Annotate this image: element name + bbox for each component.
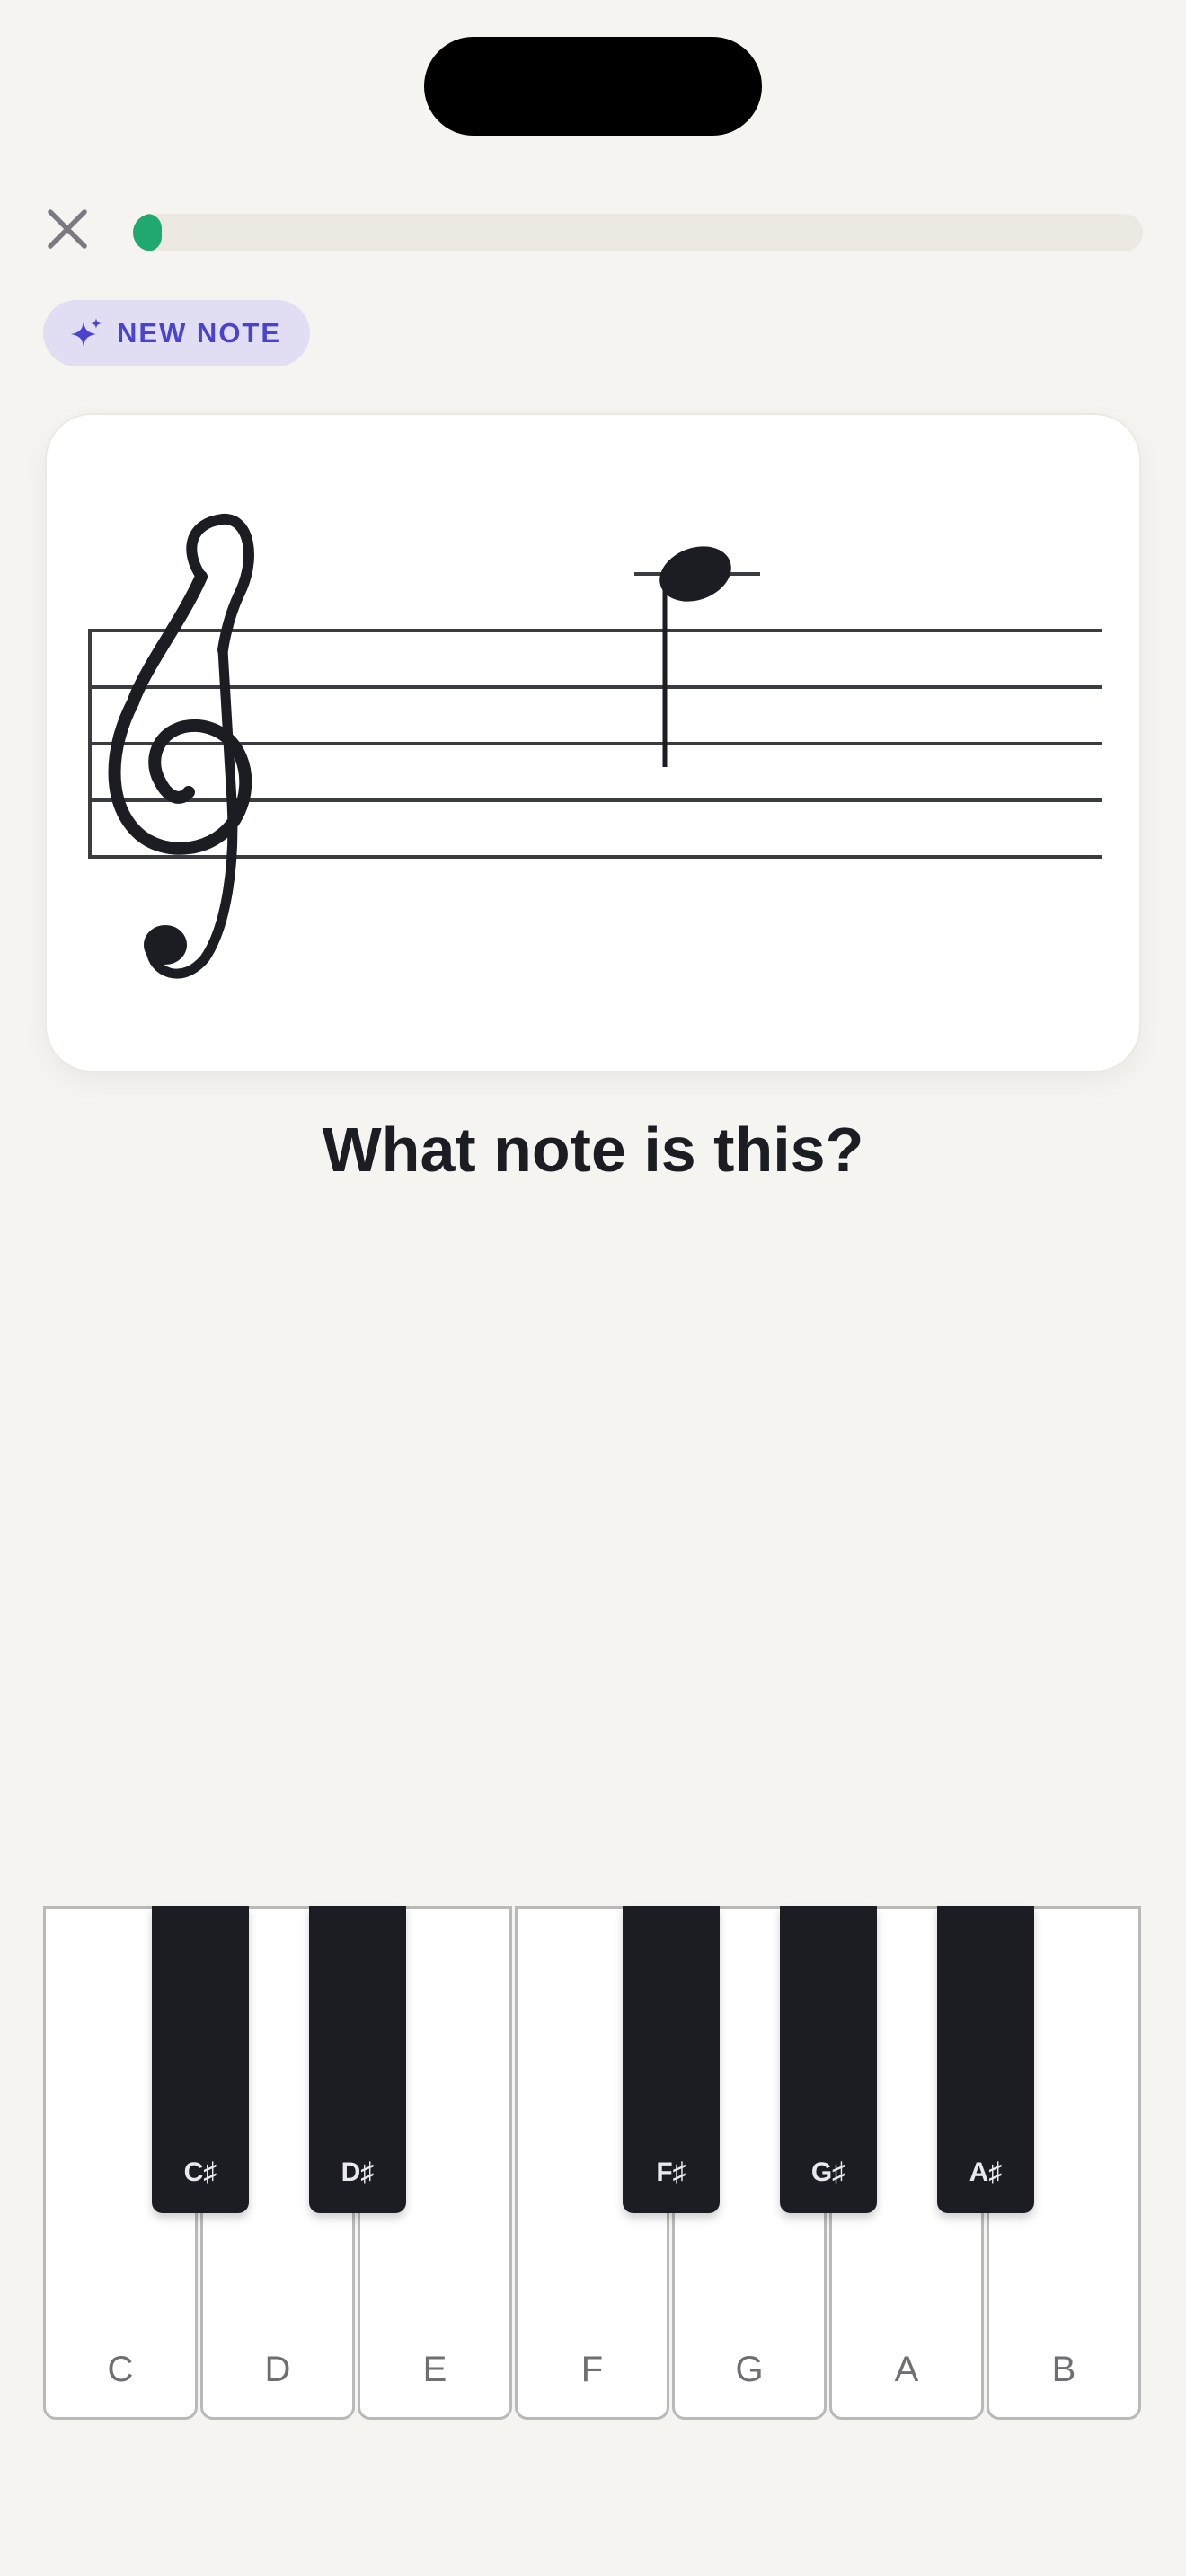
dynamic-island: [424, 37, 762, 136]
new-note-label: NEW NOTE: [117, 317, 282, 348]
key-label: A♯: [969, 2157, 1003, 2187]
progress-bar: [133, 214, 1143, 251]
piano-key-g-sharp[interactable]: G♯: [780, 1906, 877, 2213]
progress-bar-fill: [133, 214, 162, 251]
key-label: F: [580, 2350, 604, 2389]
screen: NEW NOTE What note is this? C D E F G A …: [0, 0, 1186, 2576]
key-label: F♯: [656, 2157, 686, 2187]
key-label: E: [422, 2350, 447, 2389]
question-text: What note is this?: [322, 1115, 864, 1185]
new-note-badge[interactable]: NEW NOTE: [43, 300, 311, 366]
piano-key-f-sharp[interactable]: F♯: [623, 1906, 720, 2213]
staff-card: [45, 413, 1141, 1072]
piano-key-d-sharp[interactable]: D♯: [309, 1906, 406, 2213]
key-label: B: [1051, 2350, 1076, 2389]
piano-keyboard: C D E F G A B C♯ D♯ F♯ G♯ A♯: [43, 1906, 1143, 2420]
close-button[interactable]: [36, 198, 99, 260]
key-label: G♯: [810, 2157, 846, 2187]
key-label: D♯: [341, 2157, 375, 2187]
key-label: C: [107, 2350, 134, 2389]
music-staff: [88, 514, 1102, 979]
key-label: D: [264, 2350, 291, 2389]
piano-key-c-sharp[interactable]: C♯: [152, 1906, 249, 2213]
sparkle-icon: [71, 318, 102, 347]
treble-clef-icon: [108, 514, 254, 979]
piano-key-a-sharp[interactable]: A♯: [937, 1906, 1034, 2213]
key-label: G: [735, 2350, 764, 2389]
key-label: A: [894, 2350, 919, 2389]
quarter-note: [634, 546, 760, 767]
close-icon: [48, 209, 87, 249]
key-label: C♯: [183, 2157, 217, 2187]
